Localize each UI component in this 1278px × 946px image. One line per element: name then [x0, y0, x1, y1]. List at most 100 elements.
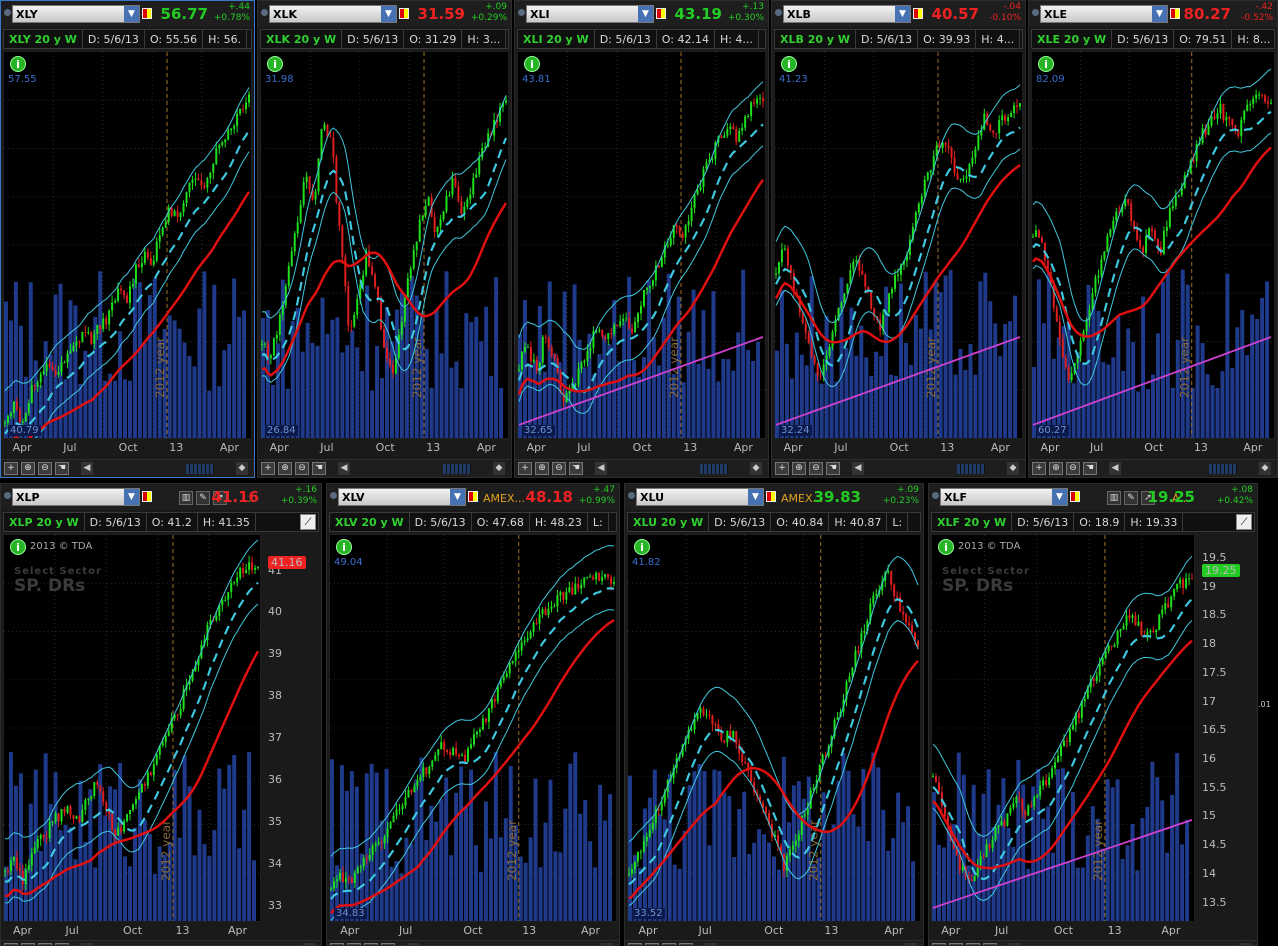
- symbol-dropdown-icon[interactable]: ▼: [1152, 6, 1167, 22]
- bar-style-icon[interactable]: ▥: [179, 491, 193, 505]
- chart-panel-xlb[interactable]: XLB ▼ 40.57 -.04 -0.10% XLB 20 y W D: 5/6/13 O:…: [771, 0, 1026, 478]
- pencil-icon[interactable]: ✎: [196, 491, 210, 505]
- chart-panel-xle[interactable]: XLE ▼ 80.27 -.42 -0.52% XLE 20 y W D: 5/6/13 O:…: [1028, 0, 1278, 478]
- crosshair-icon[interactable]: +: [4, 462, 18, 475]
- chart-panel-xli[interactable]: XLI ▼ 43.19 +.13 +0.30% XLI 20 y W D: 5/6/13 O:…: [514, 0, 769, 478]
- symbol-input[interactable]: XLY: [12, 5, 140, 23]
- zoom-in-icon[interactable]: ⊕: [278, 462, 292, 475]
- flag-icon[interactable]: [468, 491, 478, 502]
- info-icon[interactable]: i: [938, 539, 954, 555]
- link-dot-icon[interactable]: [1032, 9, 1039, 16]
- plot-area[interactable]: 2012 year i 2013 © TDA Select Sector SP. DRs: [3, 534, 261, 922]
- expand-icon[interactable]: ◆: [1259, 462, 1271, 475]
- scrollbar[interactable]: [700, 464, 728, 474]
- link-dot-icon[interactable]: [261, 9, 268, 16]
- symbol-input[interactable]: XLU: [636, 488, 764, 506]
- link-dot-icon[interactable]: [4, 492, 11, 499]
- plot-area[interactable]: 2012 year i 41.82 33.52: [627, 534, 921, 922]
- symbol-dropdown-icon[interactable]: ▼: [895, 6, 910, 22]
- zoom-in-icon[interactable]: ⊕: [792, 462, 806, 475]
- symbol-dropdown-icon[interactable]: ▼: [124, 489, 139, 505]
- scrollbar[interactable]: [957, 464, 985, 474]
- symbol-input[interactable]: XLB: [783, 5, 911, 23]
- info-icon[interactable]: i: [10, 56, 26, 72]
- chart-panel-xlp[interactable]: XLP ▼ ▥ ✎ ➚... 41.16 +.16 +0.39% XLP 20 y W D: 5/…: [0, 483, 322, 946]
- symbol-dropdown-icon[interactable]: ▼: [1052, 489, 1067, 505]
- link-dot-icon[interactable]: [628, 492, 635, 499]
- zoom-in-icon[interactable]: ⊕: [1049, 462, 1063, 475]
- scroll-left-icon[interactable]: ◀: [338, 462, 350, 475]
- flag-icon[interactable]: [913, 8, 923, 19]
- link-dot-icon[interactable]: [330, 492, 337, 499]
- scroll-left-icon[interactable]: ◀: [1109, 462, 1121, 475]
- info-icon[interactable]: i: [1038, 56, 1054, 72]
- symbol-input[interactable]: XLE: [1040, 5, 1168, 23]
- info-icon[interactable]: i: [10, 539, 26, 555]
- chart-panel-xlk[interactable]: XLK ▼ 31.59 +.09 +0.29% XLK 20 y W D: 5/6/13 O:…: [257, 0, 512, 478]
- symbol-dropdown-icon[interactable]: ▼: [748, 489, 763, 505]
- symbol-input[interactable]: XLV: [338, 488, 466, 506]
- pan-hand-icon[interactable]: ☚: [55, 462, 69, 475]
- zoom-out-icon[interactable]: ⊖: [552, 462, 566, 475]
- chart-panel-xly[interactable]: XLY ▼ 56.77 +.44 +0.78% XLY 20 y W D: 5/6/13 O:…: [0, 0, 255, 478]
- chart-panel-xlv[interactable]: XLV ▼ AMEX... 48.18 +.47 +0.99% XLV 20 y W D: 5…: [326, 483, 620, 946]
- flag-icon[interactable]: [142, 491, 152, 502]
- symbol-dropdown-icon[interactable]: ▼: [124, 6, 139, 22]
- scroll-left-icon[interactable]: ◀: [81, 462, 93, 475]
- plot-area[interactable]: 2012 year i 2013 © TDA Select Sector SP. DRs: [931, 534, 1195, 922]
- zoom-in-icon[interactable]: ⊕: [535, 462, 549, 475]
- symbol-input[interactable]: XLF: [940, 488, 1068, 506]
- link-dot-icon[interactable]: [932, 492, 939, 499]
- flag-icon[interactable]: [1170, 8, 1180, 19]
- plot-area[interactable]: 2012 year i 49.04 34.83: [329, 534, 617, 922]
- scrollbar[interactable]: [186, 464, 214, 474]
- pan-hand-icon[interactable]: ☚: [312, 462, 326, 475]
- expand-icon[interactable]: ◆: [493, 462, 505, 475]
- zoom-out-icon[interactable]: ⊖: [809, 462, 823, 475]
- crosshair-icon[interactable]: +: [518, 462, 532, 475]
- symbol-input[interactable]: XLP: [12, 488, 140, 506]
- link-dot-icon[interactable]: [4, 9, 11, 16]
- flag-icon[interactable]: [1070, 491, 1080, 502]
- symbol-dropdown-icon[interactable]: ▼: [638, 6, 653, 22]
- pan-hand-icon[interactable]: ☚: [569, 462, 583, 475]
- symbol-dropdown-icon[interactable]: ▼: [381, 6, 396, 22]
- scroll-left-icon[interactable]: ◀: [852, 462, 864, 475]
- chart-style-icon[interactable]: ⟋: [300, 514, 316, 530]
- chart-panel-xlf[interactable]: XLF ▼ ▥ ✎ ➚ A... 19.25 +.08 +0.42% XLF 20 y W D: 5…: [928, 483, 1258, 946]
- pencil-icon[interactable]: ✎: [1124, 491, 1138, 505]
- link-dot-icon[interactable]: [775, 9, 782, 16]
- info-icon[interactable]: i: [336, 539, 352, 555]
- zoom-out-icon[interactable]: ⊖: [1066, 462, 1080, 475]
- chart-panel-xlu[interactable]: XLU ▼ AMEX... 39.83 +.09 +0.23% XLU 20 y W D: 5…: [624, 483, 924, 946]
- symbol-input[interactable]: XLK: [269, 5, 397, 23]
- zoom-in-icon[interactable]: ⊕: [21, 462, 35, 475]
- bar-style-icon[interactable]: ▥: [1107, 491, 1121, 505]
- scrollbar[interactable]: [1209, 464, 1237, 474]
- flag-icon[interactable]: [142, 8, 152, 19]
- info-icon[interactable]: i: [781, 56, 797, 72]
- expand-icon[interactable]: ◆: [750, 462, 762, 475]
- plot-area[interactable]: 2012 year i 82.09 60.27: [1031, 51, 1275, 439]
- crosshair-icon[interactable]: +: [261, 462, 275, 475]
- expand-icon[interactable]: ◆: [236, 462, 248, 475]
- flag-icon[interactable]: [399, 8, 409, 19]
- pan-hand-icon[interactable]: ☚: [1083, 462, 1097, 475]
- zoom-out-icon[interactable]: ⊖: [295, 462, 309, 475]
- flag-icon[interactable]: [766, 491, 776, 502]
- symbol-dropdown-icon[interactable]: ▼: [450, 489, 465, 505]
- plot-area[interactable]: 2012 year i 57.55 40.79: [3, 51, 252, 439]
- link-dot-icon[interactable]: [518, 9, 525, 16]
- info-icon[interactable]: i: [267, 56, 283, 72]
- scroll-left-icon[interactable]: ◀: [595, 462, 607, 475]
- crosshair-icon[interactable]: +: [775, 462, 789, 475]
- pan-hand-icon[interactable]: ☚: [826, 462, 840, 475]
- symbol-input[interactable]: XLI: [526, 5, 654, 23]
- expand-icon[interactable]: ◆: [1007, 462, 1019, 475]
- scrollbar[interactable]: [443, 464, 471, 474]
- plot-area[interactable]: 2012 year i 43.81 32.65: [517, 51, 766, 439]
- info-icon[interactable]: i: [634, 539, 650, 555]
- plot-area[interactable]: 2012 year i 41.23 32.24: [774, 51, 1023, 439]
- chart-style-icon[interactable]: ⟋: [1236, 514, 1252, 530]
- plot-area[interactable]: 2012 year i 31.98 26.84: [260, 51, 509, 439]
